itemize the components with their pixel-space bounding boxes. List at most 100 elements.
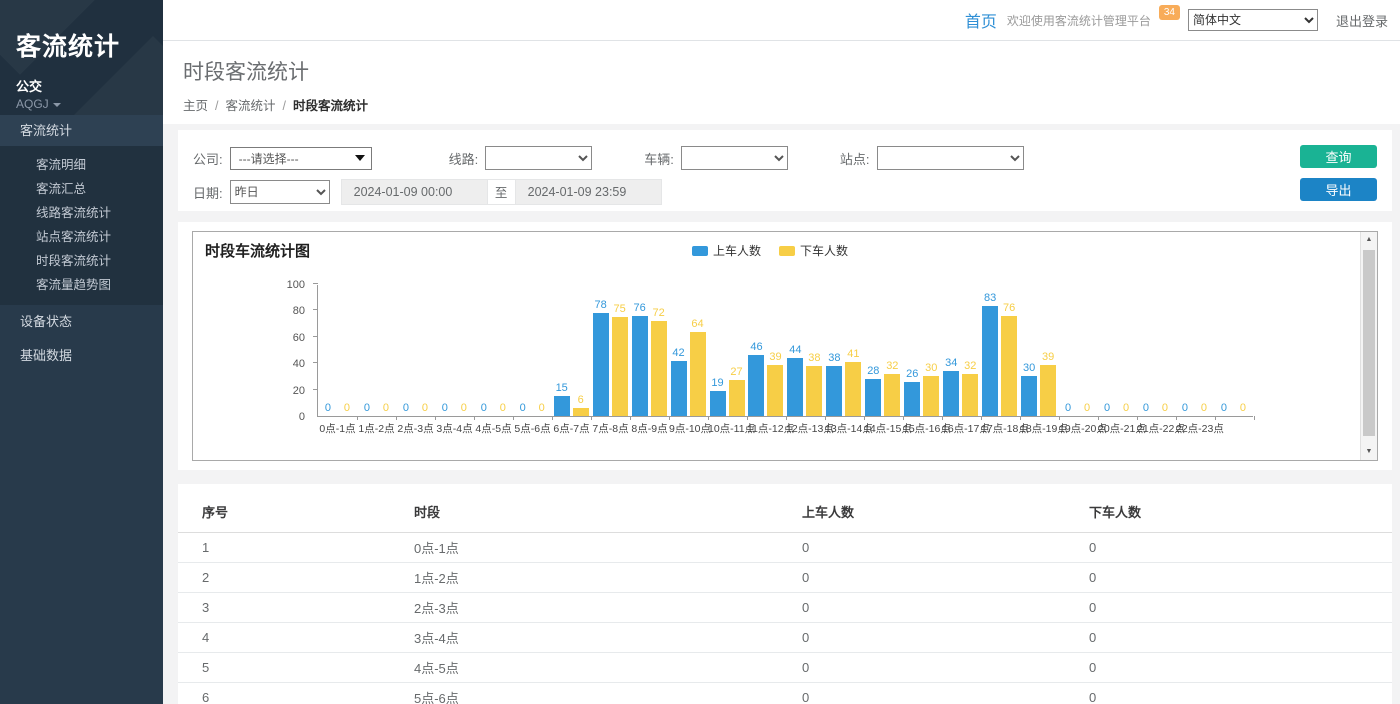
table-cell: 6 xyxy=(178,683,406,704)
bar-group: 00 xyxy=(474,285,513,416)
table-cell: 0 xyxy=(794,623,1081,653)
bar-group: 00 xyxy=(396,285,435,416)
bar xyxy=(826,366,842,416)
x-tick-mark xyxy=(1098,416,1099,420)
bar-group: 00 xyxy=(1175,285,1214,416)
x-tick-mark xyxy=(1176,416,1177,420)
bar-wrap: 30 xyxy=(923,285,939,416)
table-cell: 0 xyxy=(1081,653,1392,683)
bar-wrap: 0 xyxy=(437,285,453,416)
bar xyxy=(884,374,900,416)
bar-group: 83 76 xyxy=(980,285,1019,416)
station-select[interactable] xyxy=(877,146,1024,170)
bar xyxy=(729,380,745,416)
bar-value-label: 46 xyxy=(750,341,762,353)
x-tick-mark xyxy=(786,416,787,420)
x-tick-mark xyxy=(864,416,865,420)
main-area: 首页 欢迎使用客流统计管理平台 34 简体中文 退出登录 时段客流统计 主页/客… xyxy=(163,0,1400,704)
col-header-period: 时段 xyxy=(406,494,794,533)
breadcrumb-home[interactable]: 主页 xyxy=(183,99,208,113)
bar-group: 4438 xyxy=(785,285,824,416)
export-button[interactable]: 导出 xyxy=(1300,178,1377,201)
chart-box: 时段车流统计图 上车人数 下车人数 020406080100 000000000… xyxy=(192,231,1378,461)
bar-wrap: 78 xyxy=(593,285,609,416)
x-tick-label: 1点-2点 xyxy=(357,421,396,436)
bar-value-label: 78 xyxy=(595,299,607,311)
bar-wrap: 0 xyxy=(515,285,531,416)
scroll-down-icon[interactable]: ▼ xyxy=(1361,444,1377,460)
legend-item-alighting[interactable]: 下车人数 xyxy=(779,242,848,259)
bar-wrap: 0 xyxy=(1079,285,1095,416)
sidebar-subitem[interactable]: 站点客流统计 xyxy=(0,225,163,249)
chart-vertical-scrollbar[interactable]: ▲ ▼ xyxy=(1360,232,1377,460)
org-code-dropdown[interactable]: AQGJ xyxy=(16,97,163,111)
bar-group: 4264 xyxy=(669,285,708,416)
bar xyxy=(593,313,609,416)
bar-group: 3841 xyxy=(824,285,863,416)
bar-wrap: 0 xyxy=(339,285,355,416)
query-button[interactable]: 查询 xyxy=(1300,145,1377,168)
bar-wrap: 6 xyxy=(573,285,589,416)
x-tick-label: 21点-22点 xyxy=(1137,421,1176,436)
x-tick-mark xyxy=(1254,416,1255,420)
x-tick-label: 2点-3点 xyxy=(396,421,435,436)
chart-x-axis-labels: 0点-1点1点-2点2点-3点3点-4点4点-5点5点-6点6点-7点7点-8点… xyxy=(318,421,1254,436)
sidebar-subitem[interactable]: 客流明细 xyxy=(0,153,163,177)
sidebar-section-device-status[interactable]: 设备状态 xyxy=(0,305,163,339)
x-tick-label: 20点-21点 xyxy=(1098,421,1137,436)
bar-value-label: 83 xyxy=(984,292,996,304)
sidebar-subitem[interactable]: 客流汇总 xyxy=(0,177,163,201)
chart-legend: 上车人数 下车人数 xyxy=(193,242,1347,259)
date-start-input[interactable]: 2024-01-09 00:00 xyxy=(341,179,488,205)
sidebar-subitem[interactable]: 线路客流统计 xyxy=(0,201,163,225)
table-row: 54点-5点00 xyxy=(178,653,1392,683)
bar-value-label: 72 xyxy=(652,307,664,319)
sidebar-subitem[interactable]: 客流量趋势图 xyxy=(0,273,163,297)
sidebar-section-passenger-stats[interactable]: 客流统计 xyxy=(0,115,163,146)
legend-item-boarding[interactable]: 上车人数 xyxy=(692,242,761,259)
bar-group: 00 xyxy=(513,285,552,416)
sidebar-section-base-data[interactable]: 基础数据 xyxy=(0,339,163,373)
line-select[interactable] xyxy=(485,146,592,170)
x-tick-label: 18点-19点 xyxy=(1020,421,1059,436)
sidebar-subitem[interactable]: 时段客流统计 xyxy=(0,249,163,273)
bar-wrap: 0 xyxy=(495,285,511,416)
bar-value-label: 76 xyxy=(1003,302,1015,314)
bar xyxy=(865,379,881,416)
y-tick-label: 80 xyxy=(293,305,305,317)
bar-wrap: 0 xyxy=(378,285,394,416)
breadcrumb-section[interactable]: 客流统计 xyxy=(226,99,276,113)
bar-value-label: 0 xyxy=(1162,402,1168,414)
bar-value-label: 44 xyxy=(789,344,801,356)
bar-value-label: 0 xyxy=(403,402,409,414)
scrollbar-thumb[interactable] xyxy=(1363,250,1375,436)
bar-wrap: 46 xyxy=(748,285,764,416)
bar-wrap: 0 xyxy=(1235,285,1251,416)
bar-group: 00 xyxy=(1214,285,1253,416)
logout-link[interactable]: 退出登录 xyxy=(1336,11,1388,30)
bar-wrap: 0 xyxy=(359,285,375,416)
table-cell: 5点-6点 xyxy=(406,683,794,704)
bar-wrap: 76 xyxy=(1001,285,1017,416)
company-select[interactable]: ---请选择--- xyxy=(230,147,372,170)
x-tick-label: 17点-18点 xyxy=(981,421,1020,436)
scroll-up-icon[interactable]: ▲ xyxy=(1361,232,1377,248)
date-preset-select[interactable]: 昨日 xyxy=(230,180,330,204)
bar xyxy=(632,316,648,416)
bar-group: 00 xyxy=(1097,285,1136,416)
date-end-input[interactable]: 2024-01-09 23:59 xyxy=(515,179,662,205)
bar-value-label: 39 xyxy=(1042,351,1054,363)
table-cell: 0 xyxy=(794,593,1081,623)
home-link[interactable]: 首页 xyxy=(965,8,997,32)
bar-value-label: 15 xyxy=(556,382,568,394)
language-select[interactable]: 简体中文 xyxy=(1188,9,1318,31)
bar-wrap: 38 xyxy=(826,285,842,416)
date-to-label: 至 xyxy=(488,179,515,205)
bar xyxy=(845,362,861,416)
x-tick-label: 22点-23点 xyxy=(1176,421,1215,436)
vehicle-select[interactable] xyxy=(681,146,788,170)
bar-wrap: 0 xyxy=(1216,285,1232,416)
x-tick-mark xyxy=(513,416,514,420)
bar xyxy=(651,321,667,416)
y-tick-label: 40 xyxy=(293,358,305,370)
